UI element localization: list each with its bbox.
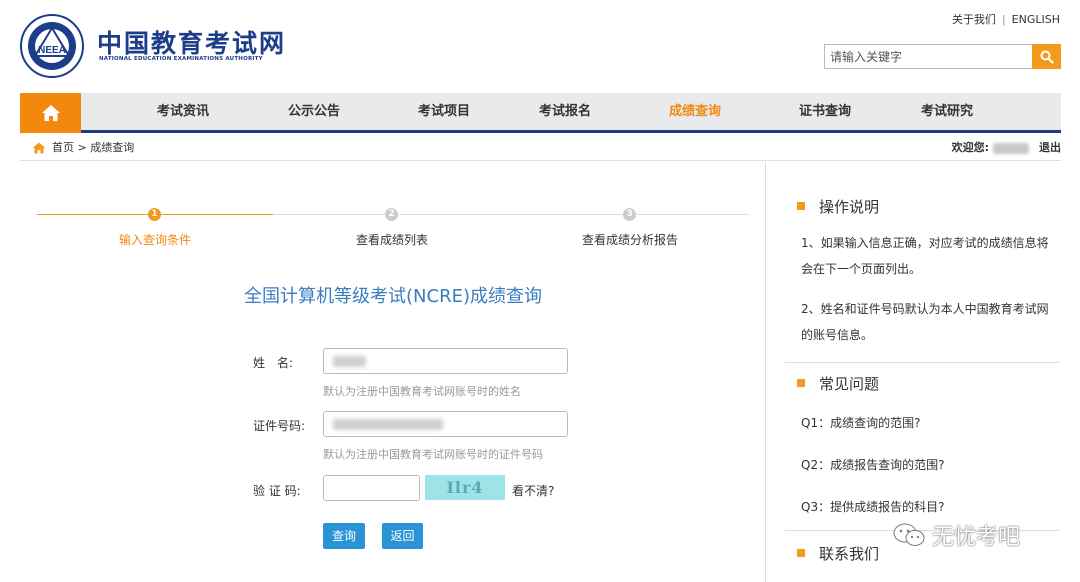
captcha-label: 验 证 码:: [253, 484, 301, 498]
main-nav: 考试资讯 公示公告 考试项目 考试报名 成绩查询 证书查询 考试研究: [20, 93, 1061, 133]
step-3-marker: 3: [623, 208, 636, 221]
bullet-square-icon: [797, 202, 805, 210]
logo-badge-text: NEEA: [38, 45, 66, 56]
username-redacted: [993, 143, 1029, 154]
search-button[interactable]: [1032, 44, 1061, 69]
english-link[interactable]: ENGLISH: [1012, 13, 1060, 26]
step-1-label: 输入查询条件: [118, 233, 191, 247]
bullet-square-icon: [797, 379, 805, 387]
step-1-marker: 1: [148, 208, 161, 221]
id-number-label: 证件号码:: [253, 419, 306, 433]
faq-item[interactable]: Q1：成绩查询的范围?: [801, 414, 920, 431]
nav-item-certificate-query[interactable]: 证书查询: [780, 93, 870, 130]
breadcrumb[interactable]: 首页 > 成绩查询: [52, 136, 134, 160]
nav-item-registration[interactable]: 考试报名: [520, 93, 610, 130]
faq-item[interactable]: Q3：提供成绩报告的科目?: [801, 498, 944, 515]
search-input[interactable]: [824, 44, 1032, 69]
bullet-square-icon: [797, 549, 805, 557]
step-3-label: 查看成绩分析报告: [581, 233, 678, 247]
step-progress-track: [273, 214, 749, 215]
name-field[interactable]: [323, 348, 568, 374]
breadcrumb-bar: 首页 > 成绩查询 欢迎您: 退出: [20, 136, 1061, 161]
site-name-cn[interactable]: 中国教育考试网: [97, 24, 286, 60]
nav-item-exam-research[interactable]: 考试研究: [902, 93, 992, 130]
neea-logo-icon[interactable]: NEEA: [20, 14, 84, 78]
wechat-icon: [893, 523, 925, 546]
welcome-text: 欢迎您:: [951, 141, 989, 154]
name-label: 姓 名:: [253, 356, 294, 370]
breadcrumb-home-icon[interactable]: [32, 142, 46, 154]
query-button[interactable]: 查询: [323, 523, 365, 549]
nav-home-button[interactable]: [20, 93, 81, 133]
logout-link[interactable]: 退出: [1039, 136, 1061, 160]
search-bar: [824, 44, 1061, 69]
home-icon: [41, 105, 60, 121]
instructions-heading: 操作说明: [797, 196, 879, 217]
id-number-hint: 默认为注册中国教育考试网账号时的证件号码: [323, 448, 543, 461]
section-divider: [785, 362, 1059, 363]
nav-item-announcements[interactable]: 公示公告: [269, 93, 359, 130]
captcha-image[interactable]: Ilr4: [425, 475, 505, 500]
id-value-redacted: [333, 419, 443, 430]
captcha-field[interactable]: [323, 475, 420, 501]
nav-item-exam-news[interactable]: 考试资讯: [138, 93, 228, 130]
name-hint: 默认为注册中国教育考试网账号时的姓名: [323, 385, 521, 398]
query-panel: 1 2 3 输入查询条件 查看成绩列表 查看成绩分析报告 全国计算机等级考试(N…: [20, 162, 766, 582]
nav-item-exam-projects[interactable]: 考试项目: [399, 93, 489, 130]
site-name-en: NATIONAL EDUCATION EXAMINATIONS AUTHORIT…: [99, 56, 263, 62]
watermark-text: 无忧考吧: [932, 525, 1021, 550]
faq-item[interactable]: Q2：成绩报告查询的范围?: [801, 456, 944, 473]
nav-item-score-query[interactable]: 成绩查询: [650, 93, 740, 130]
captcha-refresh-link[interactable]: 看不清?: [512, 482, 554, 499]
back-button[interactable]: 返回: [382, 523, 423, 549]
id-number-field[interactable]: [323, 411, 568, 437]
faq-heading: 常见问题: [797, 373, 879, 394]
top-links: 关于我们 | ENGLISH: [952, 11, 1060, 27]
search-icon: [1040, 50, 1054, 64]
watermark: 无忧考吧: [892, 519, 1020, 551]
step-2-label: 查看成绩列表: [355, 233, 428, 247]
form-title: 全国计算机等级考试(NCRE)成绩查询: [244, 286, 542, 307]
name-value-redacted: [333, 356, 366, 367]
instruction-item: 1、如果输入信息正确，对应考试的成绩信息将会在下一个页面列出。: [801, 236, 1049, 276]
instruction-item: 2、姓名和证件号码默认为本人中国教育考试网的账号信息。: [801, 302, 1049, 342]
about-us-link[interactable]: 关于我们: [952, 11, 996, 27]
step-2-marker: 2: [385, 208, 398, 221]
contact-heading: 联系我们: [797, 543, 879, 564]
top-links-separator: |: [1001, 13, 1006, 26]
